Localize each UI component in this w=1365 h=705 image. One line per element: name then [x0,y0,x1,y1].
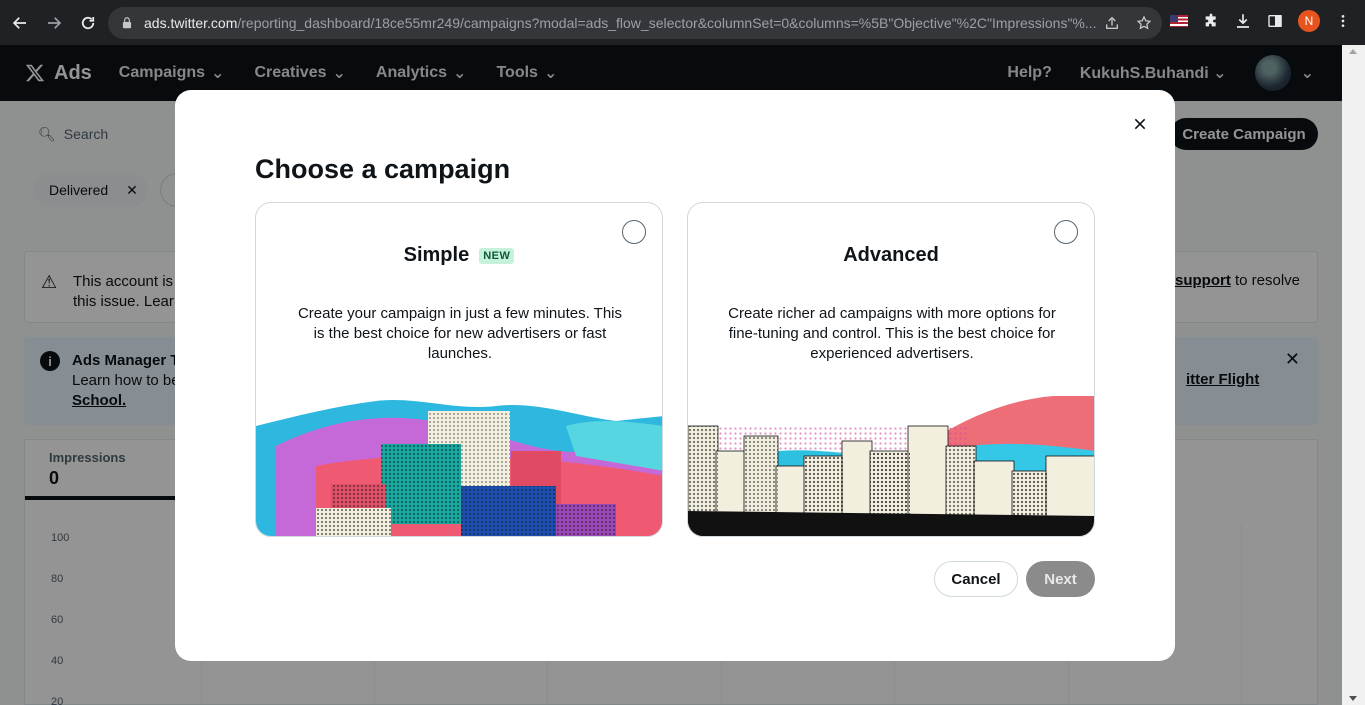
advanced-illustration [688,396,1094,536]
advanced-radio[interactable] [1054,220,1078,244]
page-scrollbar[interactable] [1342,45,1365,705]
option-description: Create richer ad campaigns with more opt… [728,305,1056,362]
flag-extension-icon[interactable] [1170,12,1188,30]
dialog-title: Choose a campaign [255,154,511,184]
download-icon[interactable] [1234,12,1252,30]
reload-icon[interactable] [74,9,102,37]
share-icon[interactable] [1104,15,1120,31]
bookmark-star-icon[interactable] [1136,15,1152,31]
url-text: ads.twitter.com/reporting_dashboard/18ce… [144,15,1097,31]
simple-illustration [256,399,662,536]
close-icon[interactable] [1130,114,1150,134]
forward-icon[interactable] [40,9,68,37]
lock-icon [122,17,132,29]
choose-campaign-dialog: Choose a campaign Simple NEW Create your… [175,90,1175,661]
new-badge: NEW [479,247,515,264]
extensions-puzzle-icon[interactable] [1202,12,1220,30]
browser-profile-avatar[interactable]: N [1298,10,1320,32]
next-button[interactable]: Next [1026,561,1095,597]
option-title: Advanced [843,244,939,266]
back-icon[interactable] [6,9,34,37]
simple-radio[interactable] [622,220,646,244]
side-panel-icon[interactable] [1266,12,1284,30]
option-title: Simple [403,244,470,266]
cancel-button[interactable]: Cancel [934,561,1018,597]
option-description: Create your campaign in just a few minut… [297,305,623,362]
address-bar[interactable]: ads.twitter.com/reporting_dashboard/18ce… [108,7,1162,39]
browser-menu-icon[interactable] [1334,12,1352,30]
advanced-campaign-option[interactable]: Advanced Create richer ad campaigns with… [687,202,1095,537]
browser-toolbar: ads.twitter.com/reporting_dashboard/18ce… [0,0,1365,45]
simple-campaign-option[interactable]: Simple NEW Create your campaign in just … [255,202,663,537]
